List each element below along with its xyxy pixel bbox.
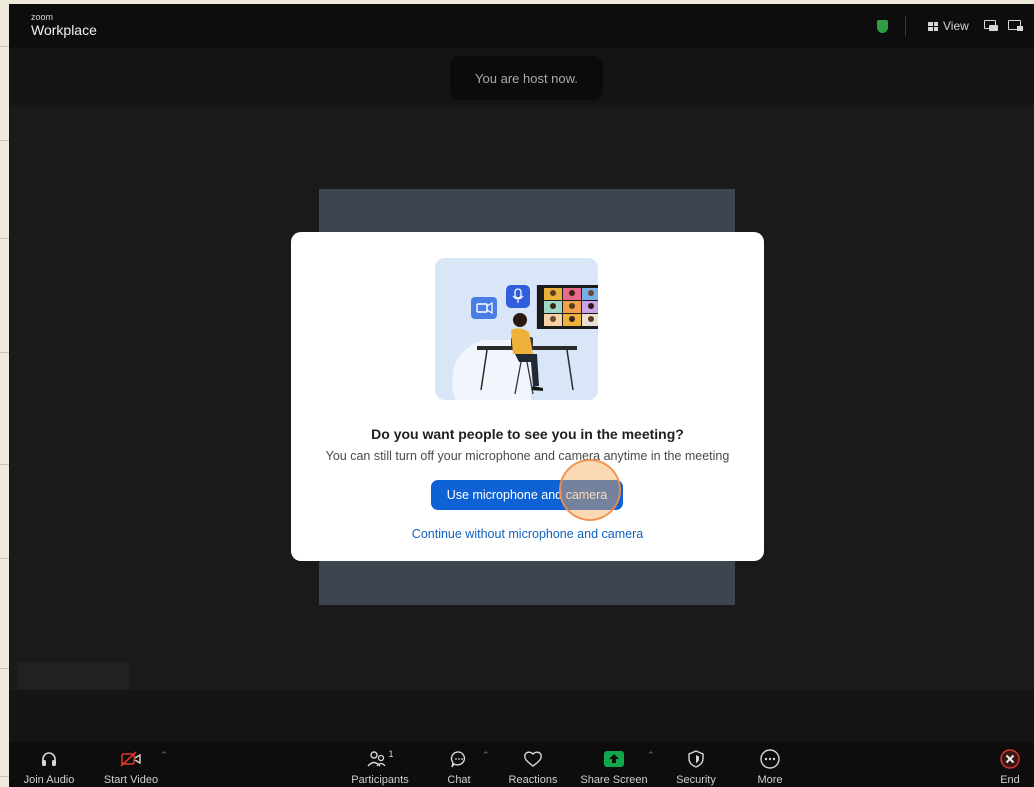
security-button[interactable]: Security bbox=[671, 742, 721, 787]
title-bar: zoom Workplace View bbox=[9, 4, 1034, 48]
participants-count: 1 bbox=[388, 749, 394, 759]
end-label: End bbox=[1000, 774, 1020, 786]
people-icon: 1 bbox=[366, 747, 394, 771]
share-options-chevron-up-icon[interactable]: ⌃ bbox=[647, 750, 655, 761]
chat-options-chevron-up-icon[interactable]: ⌃ bbox=[482, 750, 490, 761]
dialog-subtitle: You can still turn off your microphone a… bbox=[325, 449, 730, 463]
shield-icon bbox=[687, 747, 705, 771]
zoom-meeting-window: zoom Workplace View You are host now. Do… bbox=[9, 4, 1034, 787]
join-audio-button[interactable]: Join Audio bbox=[17, 742, 81, 787]
start-video-button[interactable]: Start Video bbox=[97, 742, 165, 787]
participants-button[interactable]: 1 Participants bbox=[345, 742, 415, 787]
more-button[interactable]: More bbox=[750, 742, 790, 787]
security-label: Security bbox=[676, 774, 716, 786]
background-edge bbox=[0, 0, 9, 787]
meeting-toolbar: Join Audio Start Video ⌃ 1 Participants … bbox=[9, 742, 1034, 787]
participant-name-tag bbox=[17, 662, 129, 690]
audio-video-dialog: Do you want people to see you in the mee… bbox=[291, 232, 764, 561]
dialog-title: Do you want people to see you in the mee… bbox=[371, 426, 684, 442]
video-options-chevron-up-icon[interactable]: ⌃ bbox=[160, 750, 168, 761]
share-screen-button[interactable]: Share Screen bbox=[577, 742, 651, 787]
brand-zoom: zoom bbox=[31, 12, 54, 22]
grid-icon bbox=[928, 21, 938, 31]
meeting-illustration bbox=[435, 258, 598, 400]
reactions-button[interactable]: Reactions bbox=[503, 742, 563, 787]
click-indicator bbox=[559, 459, 621, 521]
continue-without-mic-camera-link[interactable]: Continue without microphone and camera bbox=[291, 527, 764, 541]
start-video-label: Start Video bbox=[103, 774, 159, 786]
video-off-icon bbox=[120, 747, 142, 771]
host-notification: You are host now. bbox=[450, 56, 603, 100]
ellipsis-icon bbox=[759, 747, 781, 771]
heart-icon bbox=[522, 747, 544, 771]
share-screen-label: Share Screen bbox=[580, 774, 648, 786]
chat-button[interactable]: Chat bbox=[439, 742, 479, 787]
participants-label: Participants bbox=[351, 774, 409, 786]
share-arrow-icon bbox=[603, 747, 625, 771]
picture-in-picture-icon[interactable] bbox=[984, 20, 999, 32]
join-audio-label: Join Audio bbox=[23, 774, 75, 786]
reactions-label: Reactions bbox=[508, 774, 558, 786]
divider bbox=[905, 16, 906, 36]
chat-bubble-icon bbox=[449, 747, 469, 771]
shield-check-icon[interactable] bbox=[877, 20, 888, 33]
more-label: More bbox=[757, 774, 783, 786]
end-meeting-button[interactable]: End bbox=[992, 742, 1028, 787]
stage-footer bbox=[9, 690, 1034, 742]
fullscreen-icon[interactable] bbox=[1008, 20, 1023, 32]
view-label: View bbox=[943, 19, 969, 33]
brand-workplace: Workplace bbox=[31, 22, 97, 38]
close-icon bbox=[999, 747, 1021, 771]
chat-label: Chat bbox=[447, 774, 471, 786]
headphones-icon bbox=[40, 747, 58, 771]
view-button[interactable]: View bbox=[928, 18, 969, 34]
